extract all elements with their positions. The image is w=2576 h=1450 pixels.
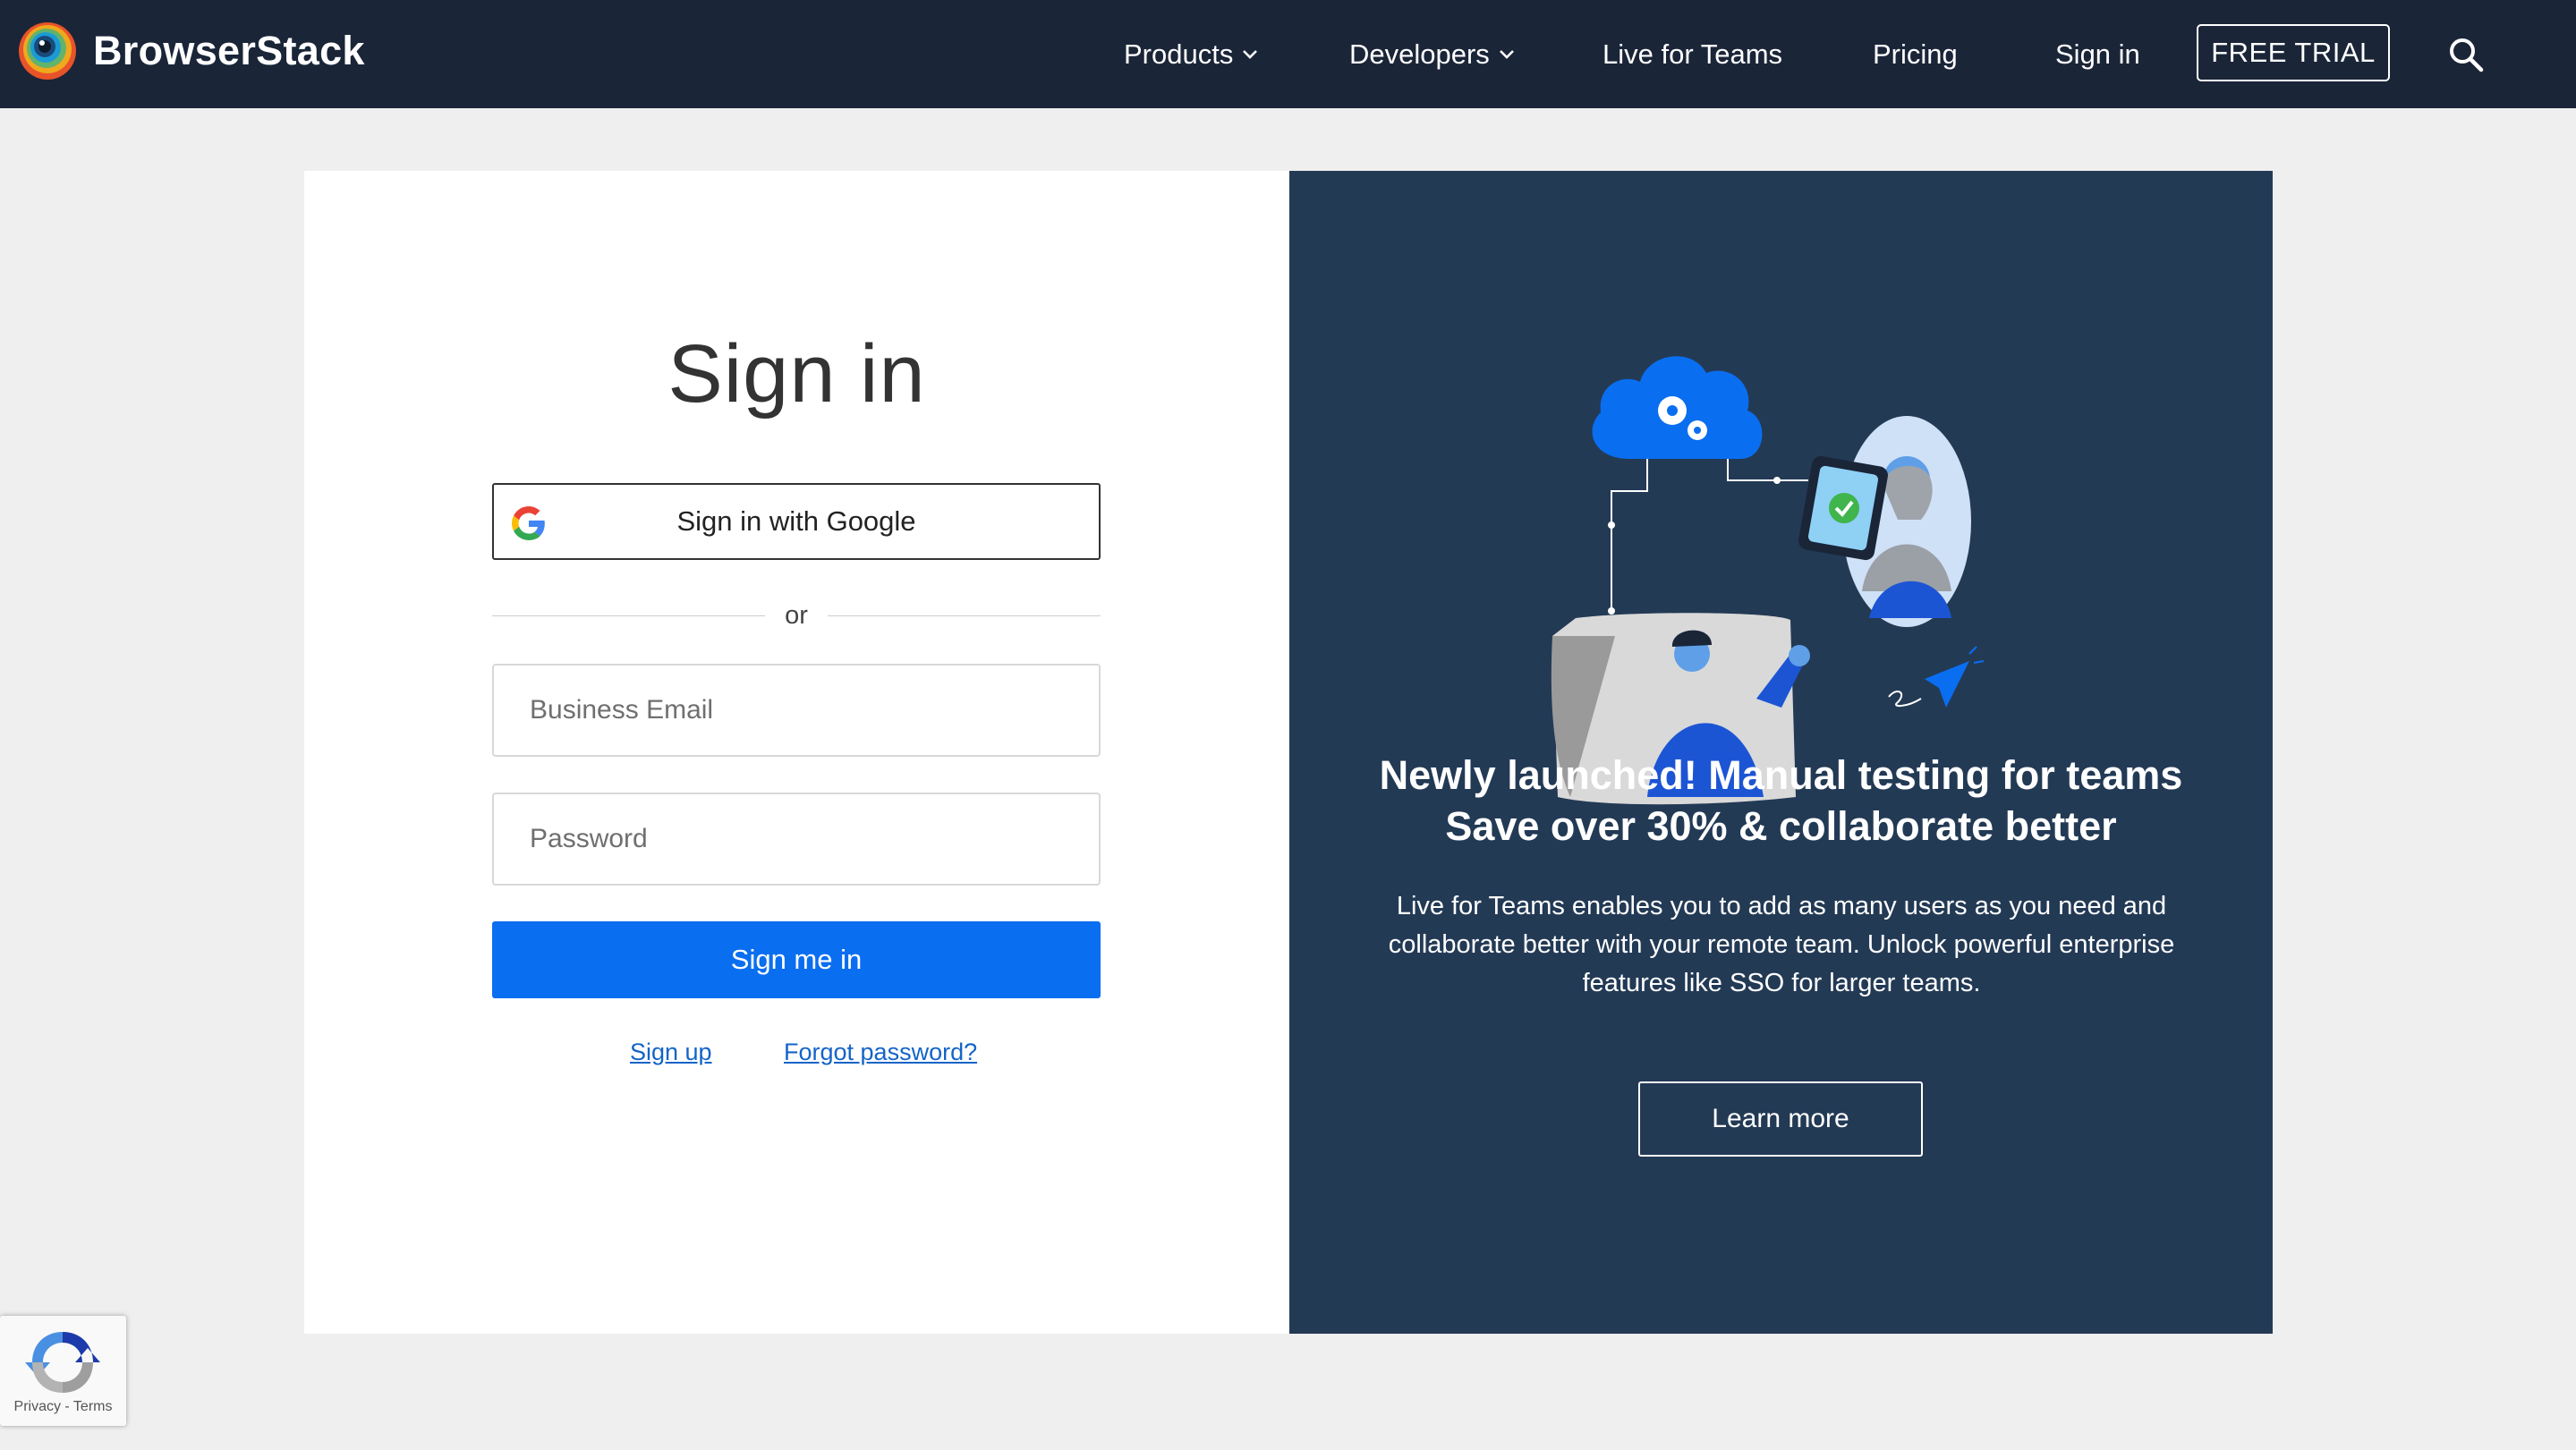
nav-products-label: Products <box>1124 38 1234 70</box>
paper-plane-icon <box>1888 646 1985 708</box>
nav-live-for-teams[interactable]: Live for Teams <box>1603 0 1782 108</box>
recaptcha-links[interactable]: Privacy - Terms <box>0 1399 126 1415</box>
nav-sign-in[interactable]: Sign in <box>2055 0 2140 108</box>
nav-pricing-label: Pricing <box>1873 38 1958 70</box>
nav-sign-in-label: Sign in <box>2055 38 2140 70</box>
nav-products[interactable]: Products <box>1124 0 1258 108</box>
nav-menu: Products Developers Live for Teams Prici… <box>0 0 2576 108</box>
cloud-gears-icon <box>1592 356 1763 459</box>
forgot-password-link[interactable]: Forgot password? <box>784 1039 977 1066</box>
divider-line <box>828 615 1101 616</box>
recaptcha-badge[interactable]: Privacy - Terms <box>0 1316 126 1426</box>
google-signin-button[interactable]: Sign in with Google <box>492 483 1101 560</box>
nav-pricing[interactable]: Pricing <box>1873 0 1958 108</box>
free-trial-button[interactable]: FREE TRIAL <box>2197 24 2390 81</box>
promo-title: Newly launched! Manual testing for teams… <box>1289 750 2273 852</box>
google-icon <box>512 506 545 540</box>
nav-developers[interactable]: Developers <box>1349 0 1515 108</box>
or-divider: or <box>492 598 1101 633</box>
nav-live-for-teams-label: Live for Teams <box>1603 38 1783 70</box>
signin-panel: Sign in Sign in with Google or Sign me i… <box>304 171 1289 1334</box>
tablet-icon <box>1798 455 1888 561</box>
password-input[interactable] <box>492 793 1101 886</box>
promo-title-line2: Save over 30% & collaborate better <box>1445 803 2117 849</box>
top-navigation: BrowserStack Products Developers Live fo… <box>0 0 2576 108</box>
promo-title-line1: Newly launched! Manual testing for teams <box>1379 752 2183 798</box>
chevron-down-icon <box>1499 49 1514 59</box>
promo-panel: Newly launched! Manual testing for teams… <box>1289 171 2273 1334</box>
google-signin-label: Sign in with Google <box>676 505 916 537</box>
chevron-down-icon <box>1243 49 1258 59</box>
sign-up-link[interactable]: Sign up <box>630 1039 712 1066</box>
learn-more-button[interactable]: Learn more <box>1638 1081 1923 1157</box>
page-title: Sign in <box>667 328 926 420</box>
recaptcha-icon <box>25 1332 100 1393</box>
search-icon[interactable] <box>2447 36 2485 73</box>
promo-description: Live for Teams enables you to add as man… <box>1388 892 2175 997</box>
sign-me-in-button[interactable]: Sign me in <box>492 921 1101 998</box>
business-email-input[interactable] <box>492 664 1101 757</box>
nav-developers-label: Developers <box>1349 38 1490 70</box>
